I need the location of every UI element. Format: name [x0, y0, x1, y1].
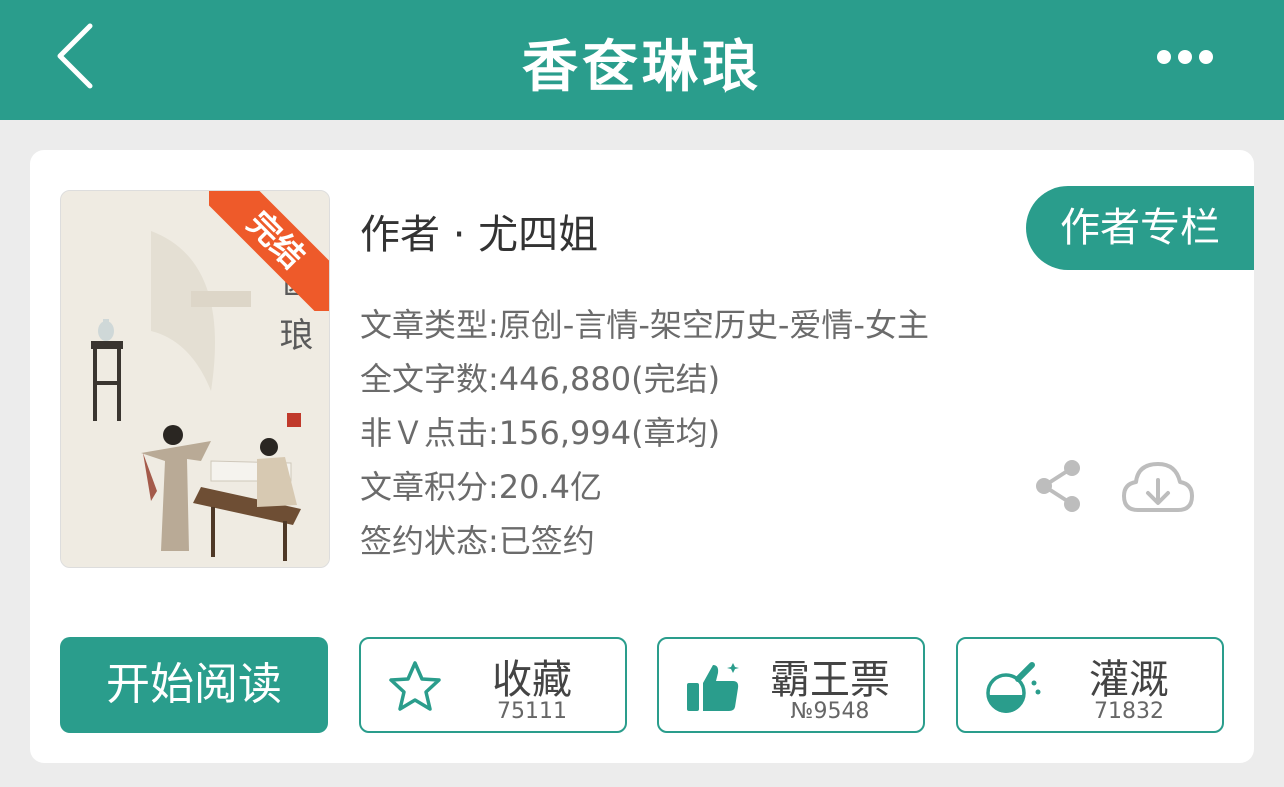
flask-icon — [986, 662, 1041, 713]
star-icon — [389, 661, 441, 711]
more-button[interactable] — [1150, 40, 1220, 74]
share-icon — [1036, 460, 1080, 512]
book-info: 文章类型:原创-言情-架空历史-爱情-女主 全文字数:446,880(完结) 非… — [360, 298, 929, 568]
irrigate-button[interactable]: 灌溉 71832 — [956, 637, 1224, 733]
favorite-label: 收藏 — [492, 657, 572, 703]
completed-ribbon: 完结 — [209, 191, 329, 311]
top-bar: 香奁琳琅 — [0, 0, 1284, 120]
completed-ribbon-label: 完结 — [209, 191, 329, 311]
author-name[interactable]: 作者 · 尤四姐 — [360, 202, 598, 260]
bawangpiao-button[interactable]: 霸王票 №9548 — [657, 637, 925, 733]
favorite-count: 75111 — [497, 699, 567, 724]
book-cover[interactable]: 奁琅 完结 — [60, 190, 330, 568]
irrigate-label: 灌溉 — [1089, 657, 1169, 703]
start-reading-button[interactable]: 开始阅读 — [60, 637, 328, 733]
info-genre: 文章类型:原创-言情-架空历史-爱情-女主 — [360, 306, 929, 344]
book-card: 奁琅 完结 作者 · 尤四姐 作者专栏 文章类型:原创-言情-架空历史-爱情-女… — [30, 150, 1254, 763]
info-score: 文章积分:20.4亿 — [360, 468, 603, 506]
bawangpiao-label: 霸王票 — [770, 657, 890, 703]
irrigate-count: 71832 — [1094, 699, 1164, 724]
share-button[interactable] — [1032, 458, 1084, 514]
author-column-button[interactable]: 作者专栏 — [1026, 186, 1254, 270]
info-word-count: 全文字数:446,880(完结) — [360, 360, 721, 398]
action-bar: 开始阅读 收藏 75111 霸王票 №9548 灌溉 71832 — [60, 637, 1224, 733]
thumbs-up-icon — [687, 663, 739, 711]
favorite-button[interactable]: 收藏 75111 — [359, 637, 627, 733]
download-button[interactable] — [1120, 456, 1196, 518]
page-title: 香奁琳琅 — [522, 35, 762, 100]
info-clicks: 非Ｖ点击:156,994(章均) — [360, 414, 721, 452]
cloud-download-icon — [1122, 462, 1194, 512]
more-horizontal-icon — [1157, 50, 1213, 64]
info-sign-status: 签约状态:已签约 — [360, 522, 595, 560]
bawangpiao-count: №9548 — [790, 699, 870, 724]
